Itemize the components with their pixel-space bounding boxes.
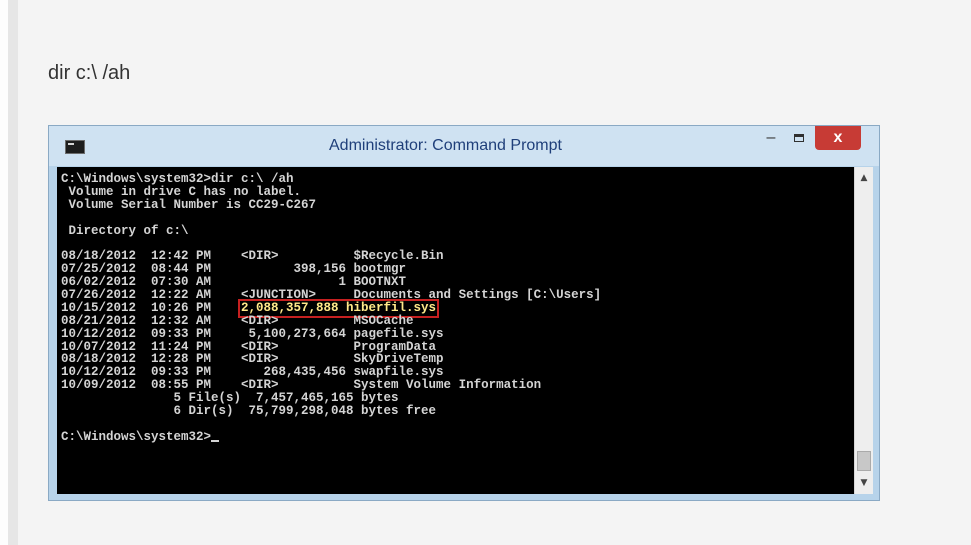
console-icon[interactable] — [65, 140, 85, 154]
console-output[interactable]: C:\Windows\system32>dir c:\ /ah Volume i… — [57, 167, 854, 494]
prompt-line[interactable]: C:\Windows\system32> — [61, 429, 601, 444]
command-prompt-window[interactable]: Administrator: Command Prompt – x C:\Win… — [48, 125, 880, 501]
console-line: 10/12/2012 09:33 PM 5,100,273,664 pagefi… — [61, 326, 444, 341]
title-bar[interactable]: Administrator: Command Prompt – x — [49, 126, 879, 166]
console-line-highlighted: 10/15/2012 10:26 PM 2,088,357,888 hiberf… — [61, 298, 601, 318]
hiberfil-date: 10/15/2012 10:26 PM — [61, 300, 242, 315]
scroll-thumb[interactable] — [857, 451, 871, 471]
window-title: Administrator: Command Prompt — [329, 137, 562, 154]
prompt: C:\Windows\system32> — [61, 429, 212, 444]
scroll-up-icon[interactable]: ▲ — [855, 169, 873, 187]
close-button[interactable]: x — [815, 126, 861, 150]
console-line: C:\Windows\system32>dir c:\ /ah — [61, 172, 294, 186]
console-line: Volume Serial Number is CC29-C267 — [61, 197, 317, 212]
console-text: C:\Windows\system32>dir c:\ /ah Volume i… — [61, 173, 601, 444]
vertical-scrollbar[interactable]: ▲ ▼ — [854, 167, 873, 494]
console-line: Directory of c:\ — [61, 223, 189, 238]
scroll-down-icon[interactable]: ▼ — [855, 474, 873, 492]
left-border — [8, 0, 18, 545]
command-heading: dir c:\ /ah — [48, 62, 131, 84]
minimize-button[interactable]: – — [757, 126, 785, 150]
console-line: Volume in drive C has no label. — [61, 184, 302, 199]
console-line: 08/21/2012 12:32 AM <DIR> MSOCache — [61, 313, 414, 328]
console-line: 6 Dir(s) 75,799,298,048 bytes free — [61, 404, 437, 419]
maximize-button[interactable] — [785, 126, 813, 150]
maximize-icon — [794, 134, 804, 142]
hiberfil-highlight-box: 2,088,357,888 hiberfil.sys — [238, 298, 440, 318]
text-cursor — [211, 439, 220, 442]
